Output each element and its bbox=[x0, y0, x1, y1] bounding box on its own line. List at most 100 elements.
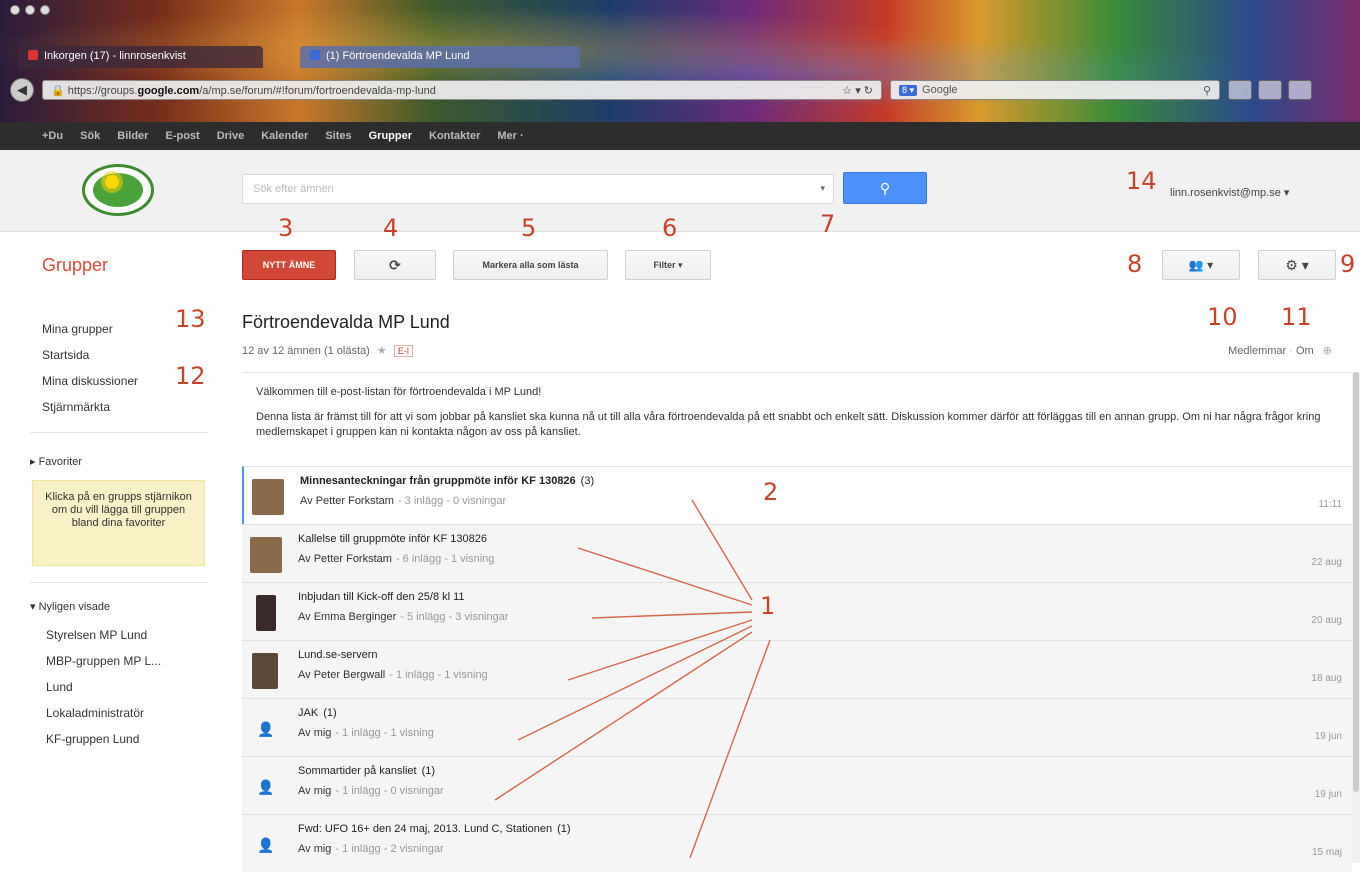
thread-title[interactable]: Lund.se-servern bbox=[298, 649, 383, 661]
thread-title[interactable]: JAK (1) bbox=[298, 707, 337, 719]
expand-icon[interactable]: ⊕ bbox=[1323, 345, 1332, 357]
settings-button[interactable]: ⚙ ▾ bbox=[1258, 250, 1336, 280]
avatar bbox=[252, 479, 284, 515]
sidebar-item-starred[interactable]: Stjärnmärkta bbox=[42, 400, 110, 414]
thread-meta: Av Petter Forkstam - 6 inlägg - 1 visning bbox=[298, 553, 494, 565]
refresh-button[interactable]: ⟳ bbox=[354, 250, 436, 280]
thread-author[interactable]: Av Petter Forkstam bbox=[300, 495, 394, 507]
mark-all-read-button[interactable]: Markera alla som lästa bbox=[453, 250, 608, 280]
thread-title[interactable]: Sommartider på kansliet (1) bbox=[298, 765, 435, 777]
gbar-item-active[interactable]: Grupper bbox=[369, 130, 412, 142]
gbar-item[interactable]: Drive bbox=[217, 130, 245, 142]
thread-title[interactable]: Minnesanteckningar från gruppmöte inför … bbox=[300, 475, 594, 487]
thread-stats: - 1 inlägg - 1 visning bbox=[389, 669, 488, 681]
thread-date: 18 aug bbox=[1311, 673, 1342, 684]
gbar-item[interactable]: Mer · bbox=[497, 130, 523, 142]
browser-search-field[interactable]: 8 ▾ Google ⚲ bbox=[890, 80, 1220, 100]
unread-count: (3) bbox=[580, 475, 595, 487]
thread-title-text: Sommartider på kansliet bbox=[298, 765, 417, 777]
members-button[interactable]: 👥 ▾ bbox=[1162, 250, 1240, 280]
recent-group-link[interactable]: Styrelsen MP Lund bbox=[46, 628, 147, 642]
back-button[interactable]: ◀ bbox=[10, 78, 34, 102]
callout-number: 12 bbox=[175, 362, 206, 390]
url-path: /a/mp.se/forum/#!forum/fortroendevalda-m… bbox=[199, 84, 436, 97]
thread-row[interactable]: Lund.se-servern Av Peter Bergwall - 1 inlä… bbox=[242, 640, 1352, 698]
unread-count: (1) bbox=[323, 707, 337, 719]
gbar-item[interactable]: Kalender bbox=[261, 130, 308, 142]
sidebar-item-my-groups[interactable]: Mina grupper bbox=[42, 322, 113, 336]
browser-tab-gmail[interactable]: Inkorgen (17) - linnrosenkvist bbox=[18, 46, 263, 68]
thread-author[interactable]: Av Emma Berginger bbox=[298, 611, 396, 623]
new-topic-button[interactable]: NYTT ÄMNE bbox=[242, 250, 336, 280]
thread-title-text: Fwd: UFO 16+ den 24 maj, 2013. Lund C, S… bbox=[298, 823, 553, 835]
recent-group-link[interactable]: Lokaladministratör bbox=[46, 706, 144, 720]
star-icon[interactable]: ★ bbox=[377, 345, 387, 357]
recent-header[interactable]: ▾ Nyligen visade bbox=[30, 600, 110, 613]
extension-icon[interactable] bbox=[1258, 80, 1282, 100]
thread-title-text: Minnesanteckningar från gruppmöte inför … bbox=[300, 475, 576, 487]
callout-number: 1 bbox=[760, 592, 776, 620]
thread-row[interactable]: 👤 JAK (1) Av mig - 1 inlägg - 1 visning 19 ju… bbox=[242, 698, 1352, 756]
person-icon: 👤 bbox=[257, 837, 275, 853]
gbar-item[interactable]: +Du bbox=[42, 130, 63, 142]
thread-author[interactable]: Av Petter Forkstam bbox=[298, 553, 392, 565]
thread-author[interactable]: Av mig bbox=[298, 843, 331, 855]
about-link[interactable]: Om bbox=[1296, 345, 1314, 357]
thread-author[interactable]: Av mig bbox=[298, 785, 331, 797]
maximize-window-icon[interactable] bbox=[40, 5, 50, 15]
url-bar[interactable]: 🔒 https://groups.google.com/a/mp.se/foru… bbox=[42, 80, 882, 100]
browser-chrome: Inkorgen (17) - linnrosenkvist (1) Förtr… bbox=[0, 0, 1360, 122]
thread-title[interactable]: Kallelse till gruppmöte inför KF 130826 bbox=[298, 533, 492, 545]
party-logo[interactable] bbox=[82, 164, 154, 216]
browser-tab-groups[interactable]: (1) Förtroendevalda MP Lund bbox=[300, 46, 580, 68]
account-menu[interactable]: linn.rosenkvist@mp.se ▾ bbox=[1170, 186, 1289, 199]
google-bar: +Du Sök Bilder E-post Drive Kalender Sit… bbox=[0, 122, 1360, 150]
thread-author[interactable]: Av mig bbox=[298, 727, 331, 739]
extension-icon[interactable] bbox=[1288, 80, 1312, 100]
thread-row[interactable]: Kallelse till gruppmöte inför KF 130826 A… bbox=[242, 524, 1352, 582]
extension-icon[interactable] bbox=[1228, 80, 1252, 100]
close-window-icon[interactable] bbox=[10, 5, 20, 15]
window-controls bbox=[10, 5, 50, 15]
thread-date: 22 aug bbox=[1311, 557, 1342, 568]
recent-group-link[interactable]: KF-gruppen Lund bbox=[46, 732, 139, 746]
gbar-item[interactable]: Sites bbox=[325, 130, 351, 142]
url-prefix: https://groups. bbox=[67, 84, 138, 97]
callout-number: 11 bbox=[1281, 303, 1312, 331]
thread-row[interactable]: Inbjudan till Kick-off den 25/8 kl 11 Av … bbox=[242, 582, 1352, 640]
group-links: Medlemmar · Om ⊕ bbox=[1228, 345, 1332, 357]
thread-title[interactable]: Fwd: UFO 16+ den 24 maj, 2013. Lund C, S… bbox=[298, 823, 571, 835]
search-button[interactable]: ⚲ bbox=[843, 172, 927, 204]
sidebar-item-my-discussions[interactable]: Mina diskussioner bbox=[42, 374, 138, 388]
bookmark-star-icon[interactable]: ☆ ▾ ↻ bbox=[842, 84, 873, 97]
thread-date: 11:11 bbox=[1318, 499, 1342, 510]
topic-search-input[interactable]: Sök efter ämnen ▾ bbox=[242, 174, 834, 204]
thread-title[interactable]: Inbjudan till Kick-off den 25/8 kl 11 bbox=[298, 591, 470, 603]
thread-author[interactable]: Av Peter Bergwall bbox=[298, 669, 385, 681]
thread-date: 19 jun bbox=[1314, 789, 1342, 800]
scrollbar[interactable] bbox=[1352, 372, 1360, 863]
email-badge[interactable]: E-l bbox=[393, 345, 413, 357]
gbar-item[interactable]: E-post bbox=[165, 130, 199, 142]
filter-button[interactable]: Filter ▾ bbox=[625, 250, 711, 280]
thread-row[interactable]: Minnesanteckningar från gruppmöte inför … bbox=[242, 466, 1352, 524]
gbar-item[interactable]: Bilder bbox=[117, 130, 148, 142]
gbar-item[interactable]: Kontakter bbox=[429, 130, 480, 142]
thread-list: Minnesanteckningar från gruppmöte inför … bbox=[242, 466, 1352, 872]
section-title[interactable]: Grupper bbox=[42, 255, 108, 276]
callout-number: 14 bbox=[1126, 167, 1157, 195]
recent-group-link[interactable]: Lund bbox=[46, 680, 73, 694]
members-link[interactable]: Medlemmar bbox=[1228, 345, 1286, 357]
thread-row[interactable]: 👤 Fwd: UFO 16+ den 24 maj, 2013. Lund C, … bbox=[242, 814, 1352, 872]
recent-group-link[interactable]: MBP-gruppen MP L... bbox=[46, 654, 161, 668]
avatar bbox=[252, 653, 278, 689]
welcome-line: Välkommen till e-post-listan för förtroe… bbox=[256, 386, 542, 398]
scrollbar-thumb[interactable] bbox=[1353, 372, 1359, 792]
chevron-down-icon[interactable]: ▾ bbox=[820, 183, 825, 194]
thread-title-text: Kallelse till gruppmöte inför KF 130826 bbox=[298, 533, 487, 545]
minimize-window-icon[interactable] bbox=[25, 5, 35, 15]
favorites-header[interactable]: ▸ Favoriter bbox=[30, 455, 82, 468]
sidebar-item-home[interactable]: Startsida bbox=[42, 348, 89, 362]
gbar-item[interactable]: Sök bbox=[80, 130, 100, 142]
thread-row[interactable]: 👤 Sommartider på kansliet (1) Av mig - 1 inl… bbox=[242, 756, 1352, 814]
